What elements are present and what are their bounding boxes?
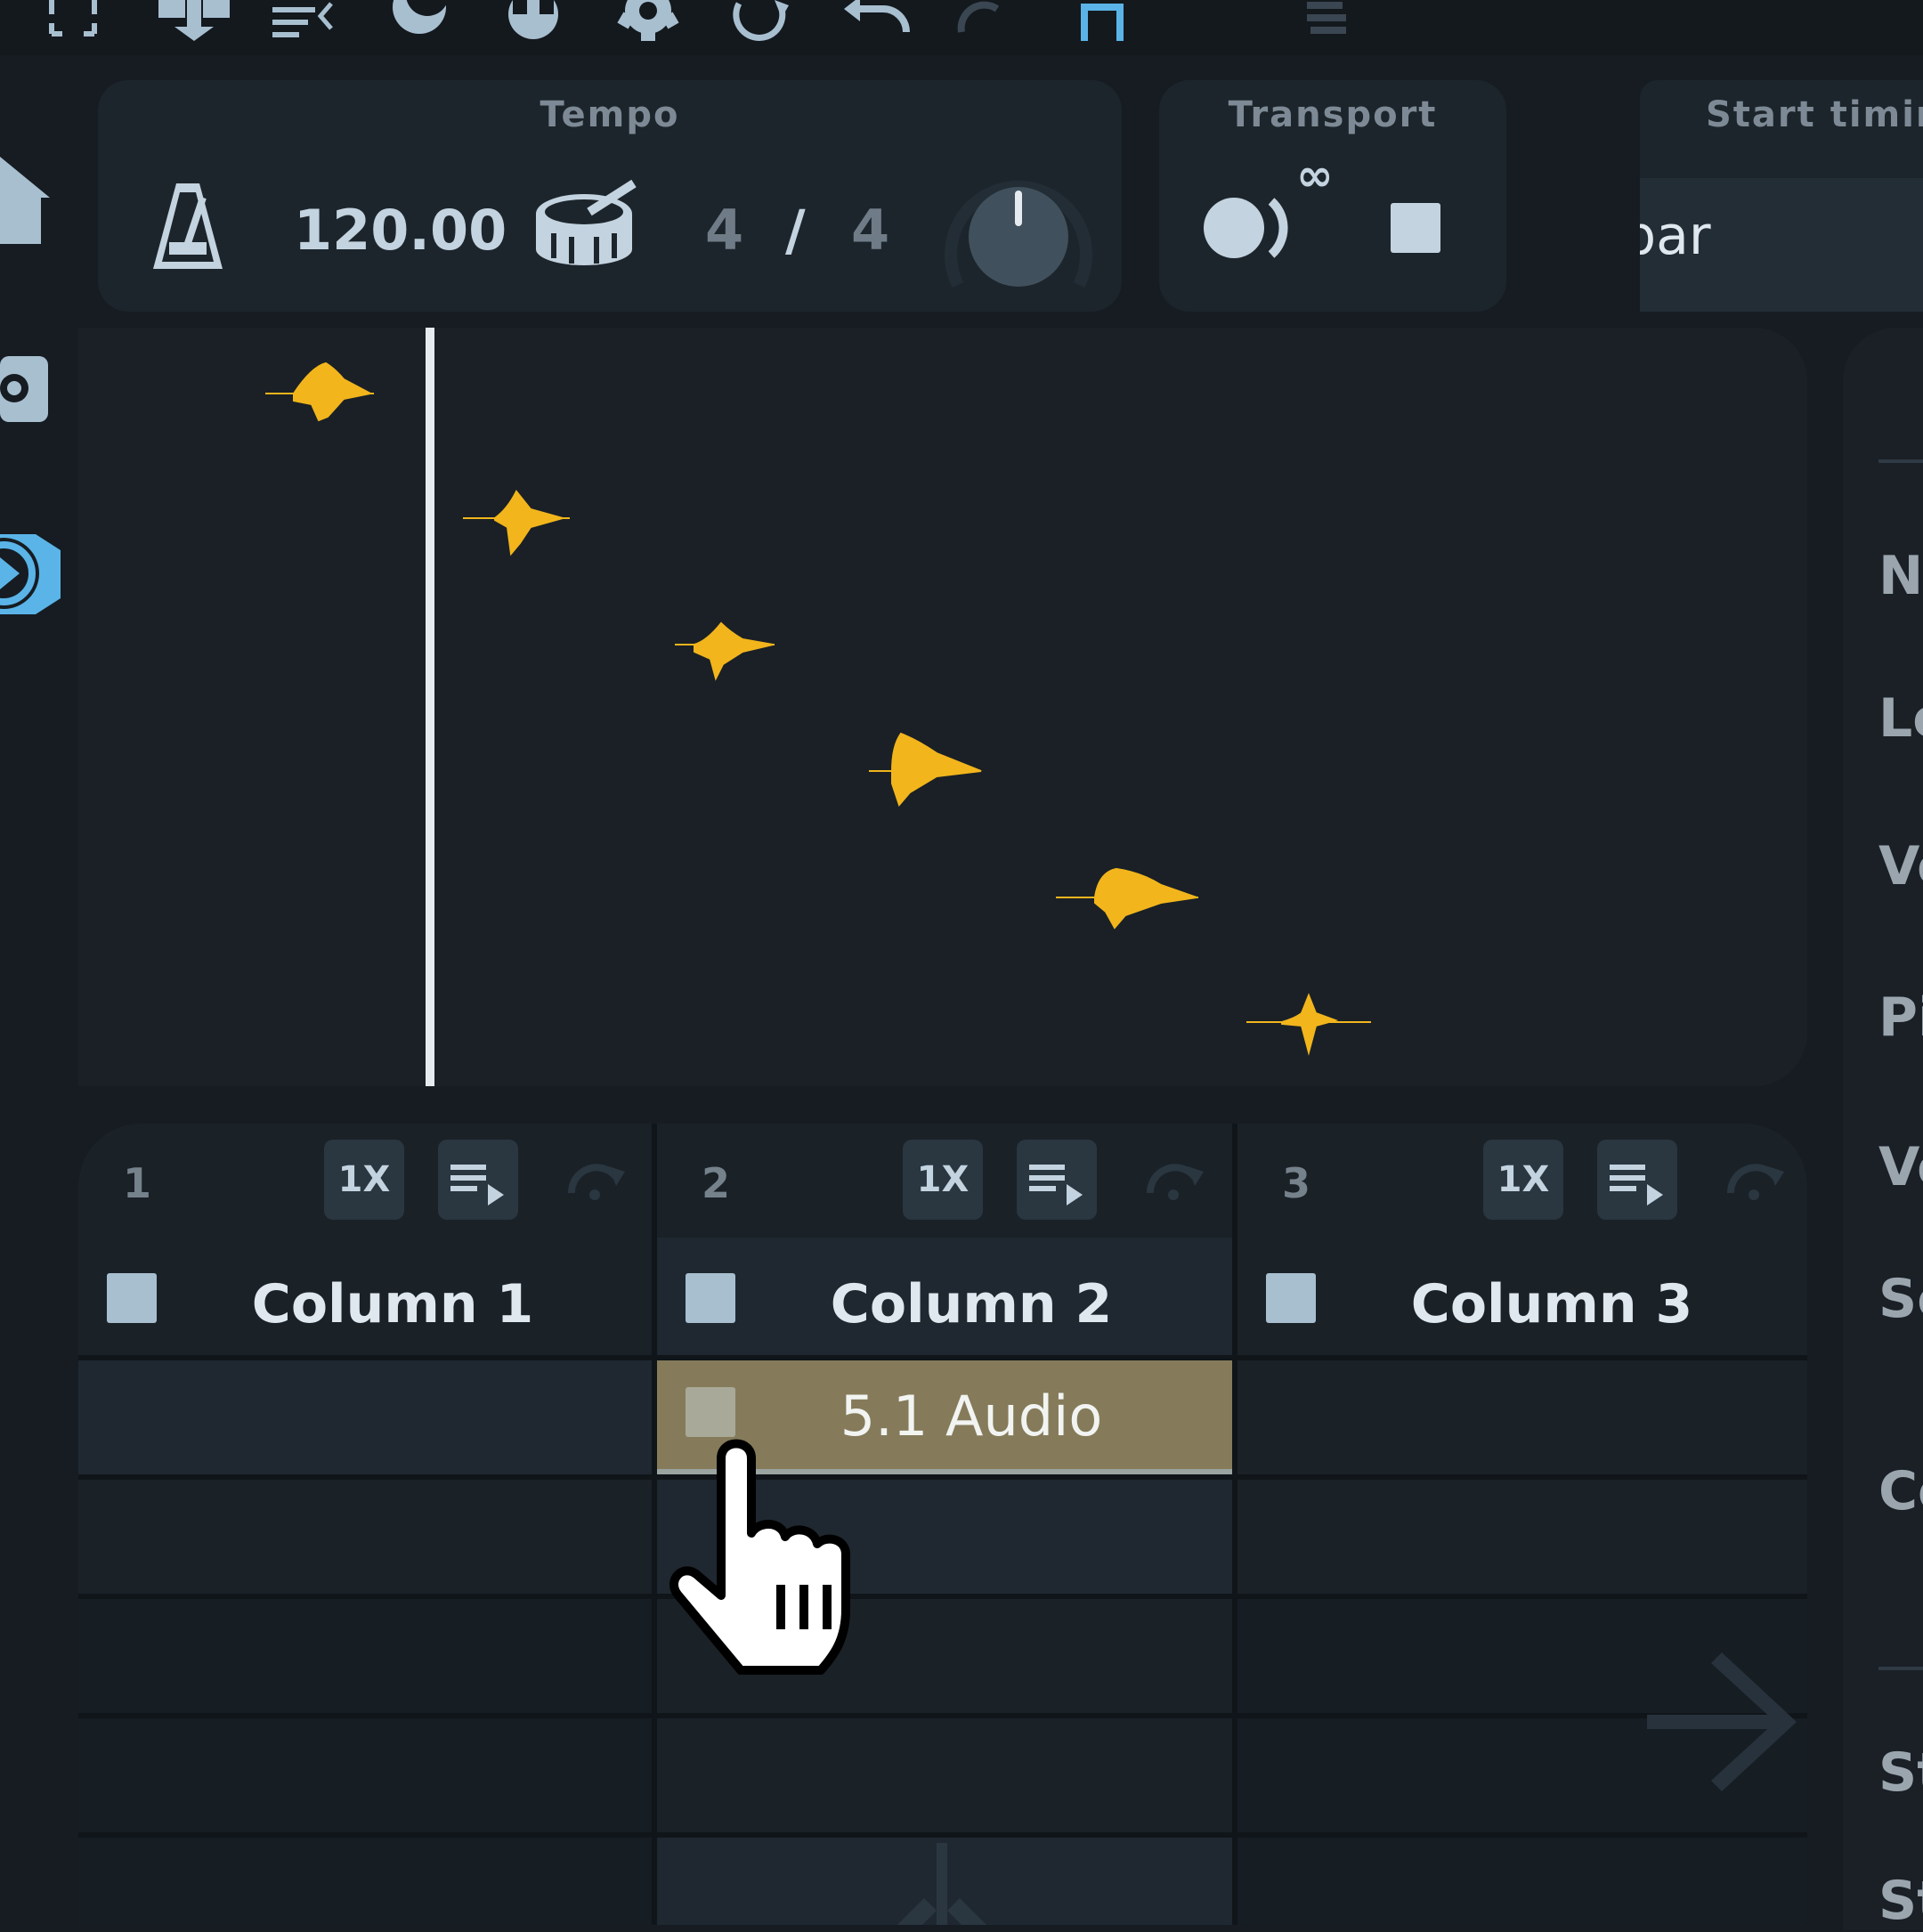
playhead[interactable] [426,328,434,1086]
column-header: 3 1X [1237,1124,1807,1238]
time-signature-denominator[interactable]: 4 [851,198,889,263]
playlist-button[interactable] [438,1140,518,1220]
clip-slot[interactable] [78,1355,653,1474]
inspector-divider-top [1878,459,1923,463]
clip-slot[interactable] [1237,1474,1807,1594]
clip-slot[interactable] [657,1713,1232,1832]
clip-slot[interactable] [1237,1355,1807,1474]
column-number: 2 [702,1159,731,1207]
play-loop-icon[interactable] [1202,192,1300,264]
column-name-row[interactable]: Column 1 [78,1238,653,1355]
hand-cursor-icon [669,1439,850,1675]
follow-action-icon[interactable] [1145,1157,1207,1202]
playlist-button[interactable] [1597,1140,1677,1220]
drop-target-arrows-icon [897,1843,986,1925]
waveform-blob-4 [869,732,982,807]
inspector-label-name: Na [1878,545,1923,607]
column-header: 1 1X [78,1124,653,1238]
transport-title: Transport [1228,94,1438,135]
list-icon[interactable] [272,0,335,41]
clip-slot[interactable] [78,1594,653,1713]
playlist-icon [1610,1165,1663,1205]
grid-icon[interactable] [158,0,230,41]
waveform-blob-2 [463,490,570,556]
column-name: Column 3 [1410,1273,1693,1335]
playlist-icon [1029,1165,1083,1205]
redo-icon[interactable] [953,0,1015,41]
tempo-knob[interactable] [938,160,1099,303]
start-timing-value: bar [1640,205,1711,267]
inspector-label-scale: Sc [1878,1268,1923,1330]
audio-waveforms [265,361,1371,1056]
logo-e-icon[interactable] [1302,0,1351,41]
clip-grid: 1 1X Column 1 2 1X Column 2 5.1 Audio 3 … [78,1124,1807,1925]
column-name: Column 1 [251,1273,534,1335]
refresh-icon[interactable] [732,0,794,41]
metronome-icon[interactable] [153,183,223,269]
column-3: 3 1X Column 3 [1237,1124,1807,1925]
column-name-row[interactable]: Column 3 [1237,1238,1807,1355]
gear-icon[interactable] [614,0,682,41]
logo-n-icon[interactable] [1079,0,1129,41]
tempo-title: Tempo [540,94,680,135]
follow-action-icon[interactable] [566,1157,629,1202]
stop-button[interactable] [1391,203,1440,253]
clip-slot[interactable] [78,1474,653,1594]
waveform-blob-6 [1246,993,1371,1056]
play-rate-button[interactable]: 1X [1483,1140,1563,1220]
inspector-label-velocity: Vo [1878,1136,1923,1198]
play-rate-button[interactable]: 1X [903,1140,983,1220]
start-timing-dropdown[interactable]: bar [1640,178,1923,312]
waveform-blob-3 [675,621,775,681]
arrow-right-icon[interactable] [1647,1647,1804,1798]
column-header: 2 1X [657,1124,1232,1238]
moon-icon[interactable] [386,0,452,41]
fullscreen-icon[interactable] [46,0,100,41]
drum-icon[interactable] [536,180,637,265]
clip-slot[interactable] [78,1832,653,1925]
inspector-label-pitch: Pi [1878,986,1923,1049]
inspector-label-volume: Vo [1878,835,1923,897]
playlist-icon [450,1165,504,1205]
inspector-label-start: St [1878,1741,1923,1804]
column-name-row[interactable]: Column 2 [657,1238,1232,1355]
inspector-label-color: Co [1878,1460,1923,1522]
time-signature-slash: / [785,198,806,263]
clip-slot[interactable] [78,1713,653,1832]
column-number: 3 [1282,1159,1311,1207]
playlist-button[interactable] [1017,1140,1097,1220]
tempo-value[interactable]: 120.00 [294,198,507,263]
inspector-divider-mid [1878,1667,1923,1670]
column-number: 1 [123,1159,152,1207]
column-name: Column 2 [830,1273,1113,1335]
loop-infinity-label: ∞ [1296,150,1334,201]
time-signature-numerator[interactable]: 4 [705,198,743,263]
drop-icon[interactable] [504,0,563,41]
top-toolbar [0,0,1923,55]
undo-icon[interactable] [842,0,913,41]
start-timing-title: Start timing [1706,94,1923,135]
clip-slot[interactable] [1237,1832,1807,1925]
waveform-blob-5 [1056,867,1198,929]
home-icon[interactable] [0,157,50,246]
inspector-label-loop: Lo [1878,687,1923,750]
play-rate-button[interactable]: 1X [324,1140,404,1220]
follow-action-icon[interactable] [1725,1157,1788,1202]
column-1: 1 1X Column 1 [78,1124,653,1925]
waveform-blob-1 [265,361,374,422]
